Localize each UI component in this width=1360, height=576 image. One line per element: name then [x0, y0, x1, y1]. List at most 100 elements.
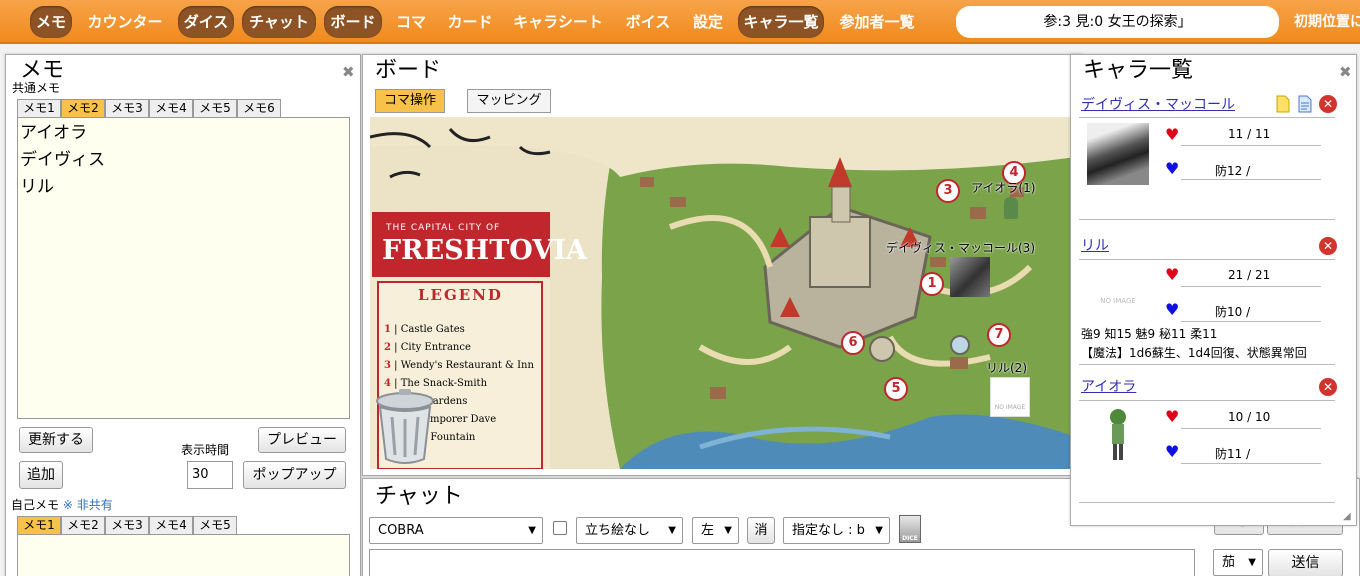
erase-button[interactable]: 消 [747, 517, 775, 544]
hp-value: 21 / 21 [1228, 268, 1271, 282]
standing-picture-select[interactable]: 立ち絵なし [576, 517, 683, 544]
heart-icon: ♥ [1165, 125, 1180, 144]
mp-heart-icon: ♥ [1165, 159, 1180, 178]
board-map[interactable]: THE CAPITAL CITY OF FRESHTOVIA LEGEND 1 … [370, 117, 1076, 469]
self-memo-tab-2[interactable]: メモ2 [61, 516, 105, 534]
room-status: 参:3 見:0 女王の探索」 [956, 6, 1279, 38]
add-button[interactable]: 追加 [19, 461, 63, 489]
non-shared-note: ※ 非共有 [62, 498, 113, 512]
close-icon[interactable]: ✖ [342, 63, 355, 81]
nav-chat[interactable]: チャット [242, 6, 316, 38]
mp-heart-icon: ♥ [1165, 300, 1180, 319]
target-select[interactable]: 指定なし : b [783, 517, 890, 544]
self-memo-tab-3[interactable]: メモ3 [105, 516, 149, 534]
memo-line: デイヴィス [20, 150, 105, 170]
nav-counter[interactable]: カウンター [80, 6, 170, 38]
nav-voice[interactable]: ボイス [616, 6, 680, 38]
char-list-title: キャラ一覧 [1083, 58, 1194, 83]
memo-tab-1[interactable]: メモ1 [17, 99, 61, 117]
close-icon[interactable]: ✖ [1339, 63, 1352, 81]
checkbox[interactable] [553, 521, 567, 535]
nav-board[interactable]: ボード [324, 6, 382, 38]
delete-icon[interactable]: ✕ [1319, 95, 1337, 113]
divider [1181, 428, 1321, 429]
send-button[interactable]: 送信 [1268, 549, 1343, 576]
heart-icon: ♥ [1165, 265, 1180, 284]
legend-num: 3 [384, 360, 391, 371]
reset-position-button[interactable]: 初期位置に [1294, 6, 1360, 38]
character-list-panel: キャラ一覧 ✖ デイヴィス・マッコール ✕ ♥ 11 / 11 ♥ 防12 / … [1070, 54, 1357, 526]
chat-input[interactable] [369, 549, 1195, 576]
nav-settings[interactable]: 設定 [688, 6, 728, 38]
legend-text: City Entrance [400, 342, 471, 353]
memo-tab-5[interactable]: メモ5 [193, 99, 237, 117]
document-icon[interactable] [1298, 95, 1312, 113]
self-memo-tab-1[interactable]: メモ1 [17, 516, 61, 534]
display-time-label: 表示時間 [181, 443, 230, 457]
nav-card[interactable]: カード [440, 6, 500, 38]
piece-label-davis: デイヴィス・マッコール(3) [886, 241, 1035, 255]
delete-icon[interactable]: ✕ [1319, 237, 1337, 255]
color-select[interactable]: 茄 [1213, 549, 1263, 576]
map-marker: 6 [841, 331, 865, 355]
nav-memo[interactable]: メモ [30, 6, 72, 38]
position-select[interactable]: 左 [692, 517, 739, 544]
display-time-input[interactable]: 30 [187, 461, 233, 489]
memo-tab-2[interactable]: メモ2 [61, 99, 105, 117]
self-memo-textarea[interactable] [17, 534, 350, 576]
tab-mapping[interactable]: マッピング [467, 89, 551, 113]
memo-panel: メモ ✖ 共通メモ メモ1 メモ2 メモ3 メモ4 メモ5 メモ6 アイオラ デ… [5, 54, 361, 576]
divider [1079, 219, 1335, 220]
avatar-aiola [1110, 409, 1126, 460]
heart-icon: ♥ [1165, 407, 1180, 426]
piece-aiola[interactable] [1004, 197, 1018, 219]
nav-dice[interactable]: ダイス [178, 6, 234, 38]
divider [1181, 179, 1321, 180]
dice-icon[interactable]: DICE [899, 515, 921, 543]
nav-koma[interactable]: コマ [390, 6, 432, 38]
char-name-aiola[interactable]: アイオラ [1081, 376, 1136, 396]
legend-item: 3 | Wendy's Restaurant & Inn [384, 360, 534, 371]
defense-value: 防10 / [1215, 305, 1251, 319]
popup-button[interactable]: ポップアップ [243, 461, 346, 489]
map-marker: 5 [884, 377, 908, 401]
divider [1079, 259, 1335, 260]
divider [1079, 117, 1335, 118]
piece-ril[interactable]: NO IMAGE [990, 377, 1030, 417]
dice-label: DICE [902, 535, 918, 542]
trash-icon[interactable] [372, 387, 438, 465]
shared-memo-textarea[interactable]: アイオラ デイヴィス リル [17, 117, 350, 419]
memo-line: アイオラ [20, 123, 88, 143]
map-name: FRESHTOVIA [382, 235, 587, 266]
char-stats: 強9 知15 魅9 秘11 柔11 [1081, 327, 1218, 341]
resize-handle[interactable]: ◢ [1343, 511, 1351, 522]
map-subtitle: THE CAPITAL CITY OF [386, 223, 501, 233]
hp-value: 10 / 10 [1228, 410, 1271, 424]
memo-tab-6[interactable]: メモ6 [237, 99, 281, 117]
self-memo-title: 自己メモ [11, 498, 60, 512]
piece-davis[interactable] [950, 257, 990, 297]
self-memo-tab-5[interactable]: メモ5 [193, 516, 237, 534]
memo-tab-3[interactable]: メモ3 [105, 99, 149, 117]
memo-line: リル [20, 177, 54, 197]
board-panel: ボード コマ操作 マッピング THE CAPITAL CITY OF FRESH… [362, 54, 1082, 476]
character-name-select[interactable]: COBRA [369, 517, 543, 544]
map-marker: 1 [920, 272, 944, 296]
memo-tab-4[interactable]: メモ4 [149, 99, 193, 117]
char-name-davis[interactable]: デイヴィス・マッコール [1081, 94, 1235, 114]
memo-icon[interactable] [1276, 95, 1290, 113]
tab-piece-operation[interactable]: コマ操作 [375, 89, 445, 113]
map-marker: 3 [936, 179, 960, 203]
legend-text: Castle Gates [400, 324, 465, 335]
legend-text: Wendy's Restaurant & Inn [400, 360, 534, 371]
nav-char-list[interactable]: キャラ一覧 [738, 6, 824, 38]
defense-value: 防12 / [1215, 164, 1251, 178]
nav-participants[interactable]: 参加者一覧 [832, 6, 922, 38]
nav-charsheet[interactable]: キャラシート [508, 6, 608, 38]
self-memo-tab-4[interactable]: メモ4 [149, 516, 193, 534]
preview-button[interactable]: プレビュー [258, 427, 346, 453]
char-name-ril[interactable]: リル [1081, 235, 1109, 255]
defense-value: 防11 / [1215, 447, 1251, 461]
update-button[interactable]: 更新する [19, 427, 93, 453]
delete-icon[interactable]: ✕ [1319, 378, 1337, 396]
